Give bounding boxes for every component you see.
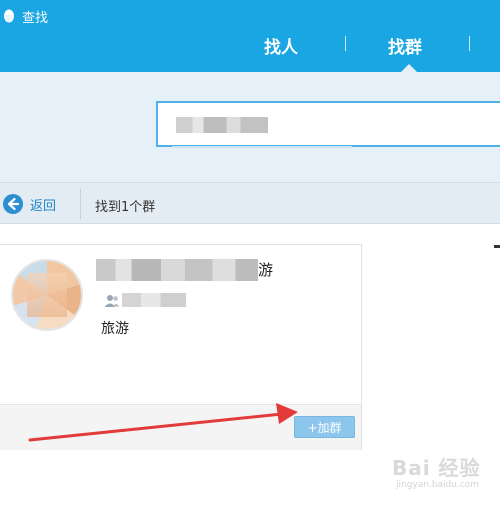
group-avatar[interactable]: [11, 259, 83, 331]
member-count-redacted: [122, 293, 186, 307]
watermark-logo: Bai 经验: [392, 456, 481, 480]
group-name-suffix: 游: [258, 261, 274, 279]
baidu-watermark: Bai 经验 jingyan.baidu.com: [392, 452, 496, 496]
active-tab-indicator: [401, 64, 417, 72]
penguin-icon: [4, 9, 14, 23]
tab-find-people[interactable]: 找人: [264, 33, 298, 58]
toolbar-divider: [80, 189, 81, 219]
members-icon: [104, 295, 120, 307]
back-button-label: 返回: [30, 198, 57, 214]
tab-divider: [469, 36, 470, 51]
back-button[interactable]: 返回: [2, 192, 56, 216]
join-group-button[interactable]: +加群: [294, 416, 355, 438]
search-divider: [172, 146, 352, 148]
window-title: 查找: [22, 11, 49, 26]
tab-find-groups[interactable]: 找群: [388, 33, 422, 58]
title-bar: 查找 找人 找群: [0, 0, 500, 72]
search-box[interactable]: [156, 101, 500, 147]
search-query-redacted: [176, 117, 268, 133]
group-category-tag: 旅游: [101, 321, 129, 337]
edge-mark: [494, 245, 500, 248]
tab-divider: [345, 36, 346, 51]
result-toolbar: 返回 找到1个群: [0, 182, 500, 224]
group-result-card[interactable]: 游 旅游 +加群: [0, 244, 362, 450]
result-count: 找到1个群: [95, 200, 156, 215]
group-name-redacted: [96, 259, 258, 281]
back-arrow-icon: [3, 194, 23, 214]
watermark-url: jingyan.baidu.com: [396, 480, 480, 490]
